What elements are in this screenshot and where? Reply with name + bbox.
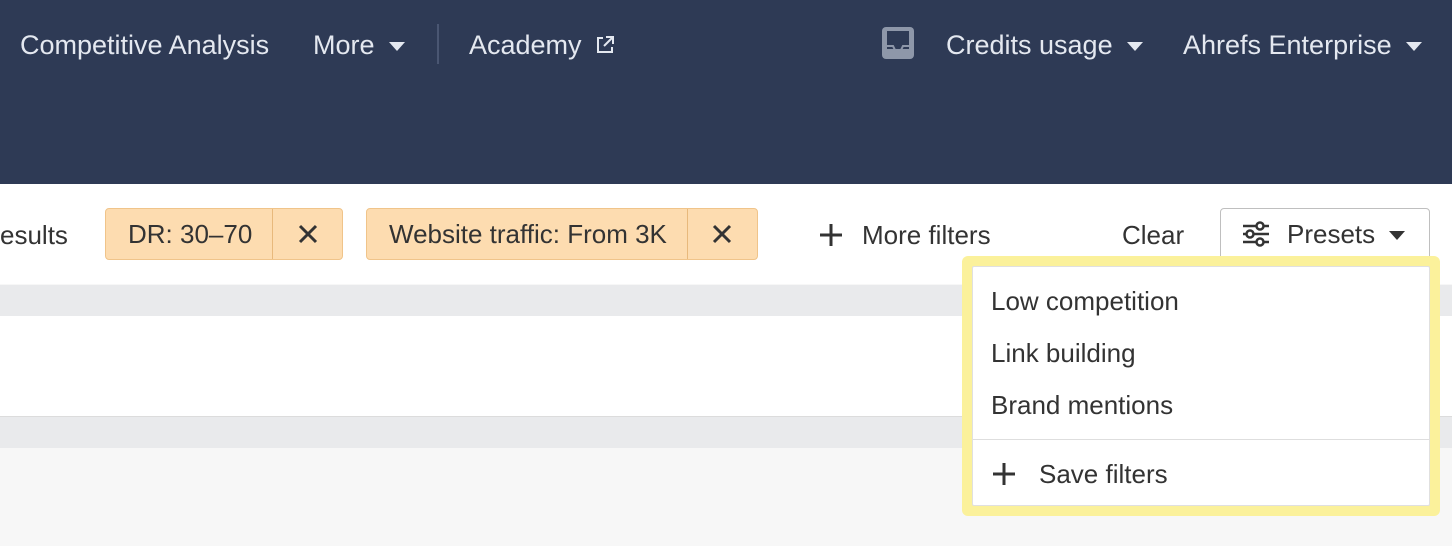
nav-academy-link[interactable]: Academy xyxy=(469,28,616,62)
filter-chip-website-traffic[interactable]: Website traffic: From 3K xyxy=(366,208,758,260)
chevron-down-icon xyxy=(1389,230,1406,240)
plus-icon xyxy=(820,224,842,246)
account-label: Ahrefs Enterprise xyxy=(1183,29,1392,60)
save-filters-label: Save filters xyxy=(1039,458,1168,489)
top-navigation-bar: Competitive Analysis More Academy Credit… xyxy=(0,0,1452,184)
filter-chip-dr[interactable]: DR: 30–70 xyxy=(105,208,344,260)
chevron-down-icon xyxy=(388,41,405,51)
nav-more-label: More xyxy=(313,29,375,60)
more-filters-label: More filters xyxy=(862,219,991,250)
preset-brand-mentions[interactable]: Brand mentions xyxy=(991,389,1173,421)
filter-chip-label: DR: 30–70 xyxy=(128,218,253,249)
nav-academy-label: Academy xyxy=(469,29,582,60)
preset-link-building[interactable]: Link building xyxy=(991,337,1136,369)
nav-competitive-analysis[interactable]: Competitive Analysis xyxy=(20,28,269,62)
external-link-icon xyxy=(596,36,614,53)
save-filters-button[interactable]: Save filters xyxy=(991,457,1168,491)
more-filters-button[interactable]: More filters xyxy=(818,218,991,252)
credits-usage-label: Credits usage xyxy=(946,29,1113,60)
clear-filters-button[interactable]: Clear xyxy=(1122,218,1184,252)
results-count-text: esults xyxy=(0,220,68,250)
account-menu[interactable]: Ahrefs Enterprise xyxy=(1183,28,1422,62)
inbox-icon[interactable] xyxy=(881,26,915,60)
filter-chip-label: Website traffic: From 3K xyxy=(389,218,667,249)
credits-usage-menu[interactable]: Credits usage xyxy=(946,28,1143,62)
plus-icon xyxy=(993,463,1015,485)
presets-dropdown-menu: Low competition Link building Brand ment… xyxy=(972,266,1430,506)
nav-divider xyxy=(437,24,439,64)
remove-filter-button[interactable] xyxy=(272,209,342,259)
remove-filter-button[interactable] xyxy=(686,209,757,259)
presets-dropdown-button[interactable]: Presets xyxy=(1220,208,1430,260)
presets-label: Presets xyxy=(1287,218,1376,249)
menu-divider xyxy=(973,439,1429,440)
sliders-icon xyxy=(1243,221,1269,247)
close-icon xyxy=(713,224,732,244)
chevron-down-icon xyxy=(1126,41,1143,51)
preset-low-competition[interactable]: Low competition xyxy=(991,285,1179,317)
close-icon xyxy=(298,224,317,244)
nav-more-menu[interactable]: More xyxy=(313,28,405,62)
chevron-down-icon xyxy=(1405,41,1422,51)
nav-competitive-analysis-label: Competitive Analysis xyxy=(20,29,270,60)
